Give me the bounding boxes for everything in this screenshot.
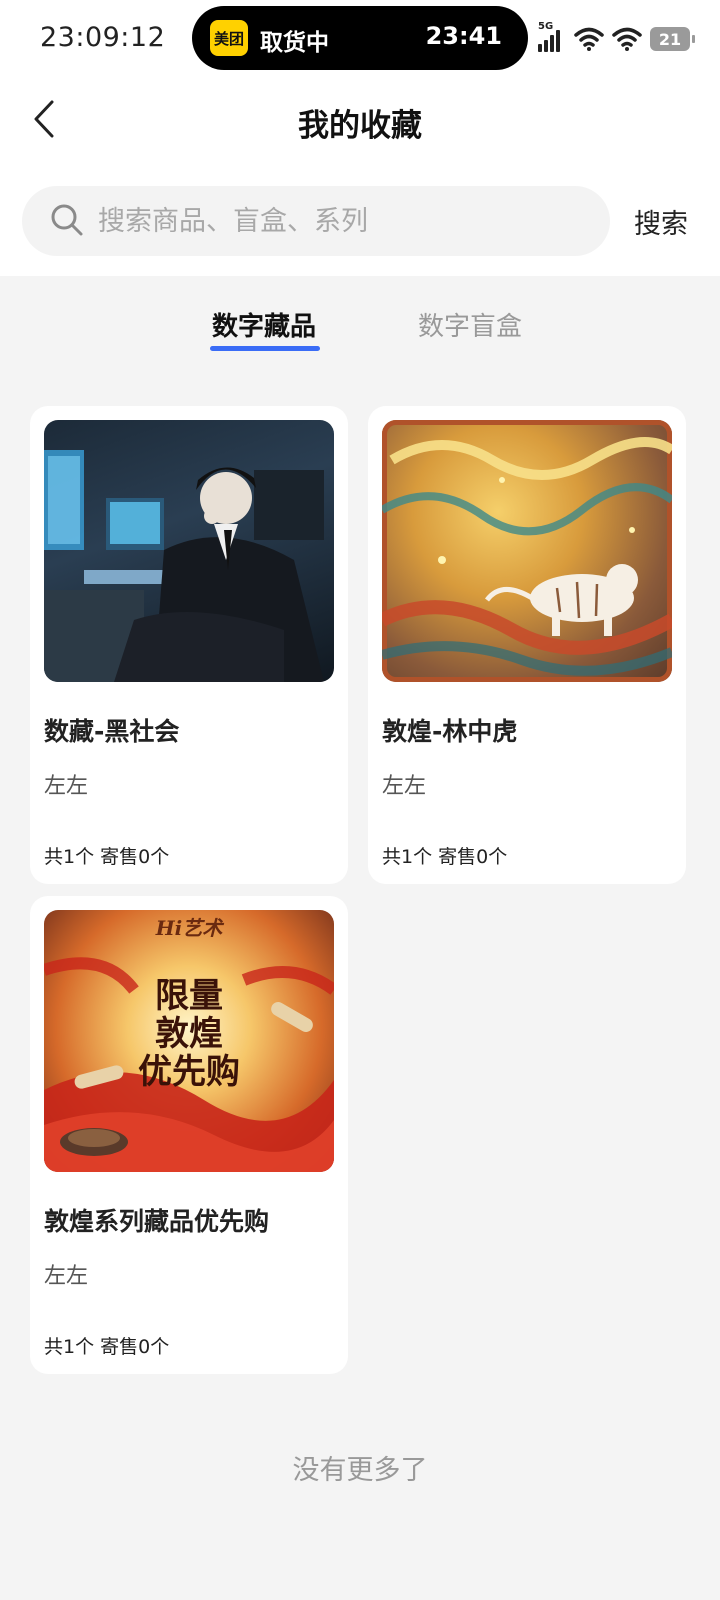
card-creator: 左左: [382, 774, 427, 799]
card-image: [44, 420, 334, 682]
dynamic-island[interactable]: 美团 取货中 23:41: [192, 6, 528, 70]
search-bar: 搜索: [0, 168, 720, 276]
collection-card[interactable]: 敦煌-林中虎 左左 共1个 寄售0个: [368, 406, 686, 884]
card-title: 敦煌系列藏品优先购: [44, 1207, 270, 1236]
card-creator: 左左: [44, 1264, 89, 1289]
card-title: 敦煌-林中虎: [382, 717, 518, 746]
page-header: 我的收藏: [0, 78, 720, 168]
card-title: 数藏-黑社会: [44, 717, 180, 746]
battery-icon: 21: [650, 27, 695, 51]
cellular-signal-icon: 5G: [538, 21, 566, 52]
collection-card[interactable]: 数藏-黑社会 左左 共1个 寄售0个: [30, 406, 348, 884]
active-tab-indicator: [210, 346, 320, 351]
tab-digital-blind-box[interactable]: 数字盲盒: [418, 306, 522, 343]
status-time: 23:09:12: [40, 22, 166, 53]
tab-digital-collectibles[interactable]: 数字藏品: [212, 306, 316, 343]
status-icons: 5G 21: [538, 21, 695, 52]
art-text-line: 优先购: [138, 1052, 240, 1092]
card-image: Hi艺术 限量 敦煌 优先购: [44, 910, 334, 1172]
meituan-logo-icon: 美团: [210, 20, 248, 56]
collection-card[interactable]: Hi艺术 限量 敦煌 优先购 敦煌系列藏品优先购 左左 共1个 寄售0个: [30, 896, 348, 1374]
card-stats: 共1个 寄售0个: [382, 846, 508, 868]
status-bar: 23:09:12 美团 取货中 23:41 5G 21: [0, 0, 720, 78]
island-time: 23:41: [425, 22, 502, 50]
island-status-text: 取货中: [260, 30, 329, 56]
search-input[interactable]: [98, 186, 588, 256]
art-logo: Hi艺术: [155, 916, 223, 940]
wifi-icon: [612, 27, 642, 51]
no-more-text: 没有更多了: [292, 1455, 428, 1486]
search-button[interactable]: 搜索: [634, 202, 688, 241]
card-creator: 左左: [44, 774, 89, 799]
card-stats: 共1个 寄售0个: [44, 846, 170, 868]
card-stats: 共1个 寄售0个: [44, 1336, 170, 1358]
search-box[interactable]: [22, 186, 610, 256]
page-title: 我的收藏: [298, 108, 422, 144]
search-icon: [51, 204, 83, 236]
wifi-icon: [574, 27, 604, 51]
card-image: [382, 420, 672, 682]
